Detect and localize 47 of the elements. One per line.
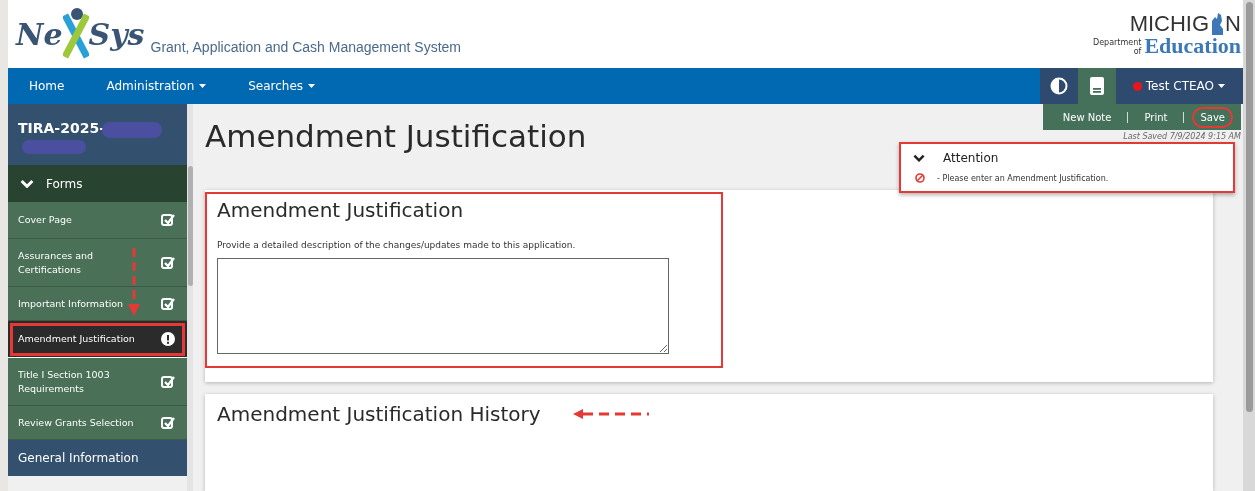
- logo-text: Sys: [88, 16, 145, 52]
- sidebar-item[interactable]: Amendment Justification: [8, 321, 187, 358]
- sidebar-item[interactable]: Assurances and Certifications: [8, 239, 187, 287]
- agency-logo-text: of: [1133, 48, 1142, 57]
- status-dot-icon: [1132, 81, 1142, 91]
- user-menu[interactable]: Test CTEAO: [1115, 68, 1243, 104]
- contrast-toggle-button[interactable]: [1039, 68, 1078, 104]
- sidebar-item[interactable]: Title I Section 1003 Requirements: [8, 358, 187, 406]
- nav-menu-item[interactable]: Searches: [227, 68, 337, 104]
- sidebar-item[interactable]: Cover Page: [8, 202, 187, 239]
- sidebar-item[interactable]: Review Grants Selection: [8, 406, 187, 440]
- agency-logo-text: MICHIG: [1129, 13, 1210, 35]
- chevron-down-icon: [913, 153, 925, 163]
- redaction-mark: [102, 122, 162, 138]
- sidebar-item[interactable]: Important Information: [8, 287, 187, 321]
- toolbar-link[interactable]: Save: [1192, 106, 1233, 128]
- application-id: TIRA-2025-: [18, 120, 105, 136]
- annotation-arrow: [128, 248, 140, 318]
- forms-section-header[interactable]: Forms: [8, 165, 187, 202]
- scrollbar[interactable]: [187, 104, 193, 491]
- nav-menu-item[interactable]: Home: [8, 68, 86, 104]
- last-saved-text: Last Saved 7/9/2024 9:15 AM: [1123, 132, 1241, 141]
- agency-logo-text: Department: [1093, 39, 1142, 49]
- state-map-icon: [1209, 11, 1226, 35]
- scrollbar[interactable]: [1243, 0, 1255, 491]
- section-heading: Amendment Justification History: [217, 402, 541, 426]
- sidebar-section-header[interactable]: General Information: [8, 440, 187, 476]
- agency-logo-text: N: [1225, 13, 1241, 35]
- system-subtitle: Grant, Application and Cash Management System: [150, 39, 462, 55]
- note-icon: [1088, 76, 1105, 96]
- logo-figure-icon: [62, 7, 89, 61]
- notes-button[interactable]: [1077, 68, 1116, 104]
- agency-logo-text: Education: [1144, 35, 1241, 57]
- attention-header[interactable]: Attention: [913, 151, 1223, 165]
- toolbar-link[interactable]: New Note: [1054, 106, 1120, 128]
- validation-message: - Please enter an Amendment Justification.: [937, 173, 1109, 183]
- nav-menu-item[interactable]: Administration: [85, 68, 228, 104]
- logo-text: Ne: [16, 16, 63, 52]
- redaction-mark: [22, 140, 86, 154]
- contrast-icon: [1048, 76, 1069, 96]
- error-icon: [915, 173, 925, 183]
- chevron-down-icon: [20, 178, 34, 189]
- toolbar-link[interactable]: Print: [1136, 106, 1176, 128]
- section-heading: Amendment Justification: [217, 198, 465, 222]
- page-title: Amendment Justification: [205, 118, 587, 154]
- justification-field[interactable]: [217, 258, 669, 354]
- field-prompt: Provide a detailed description of the changes/updates made to this application.: [217, 240, 577, 250]
